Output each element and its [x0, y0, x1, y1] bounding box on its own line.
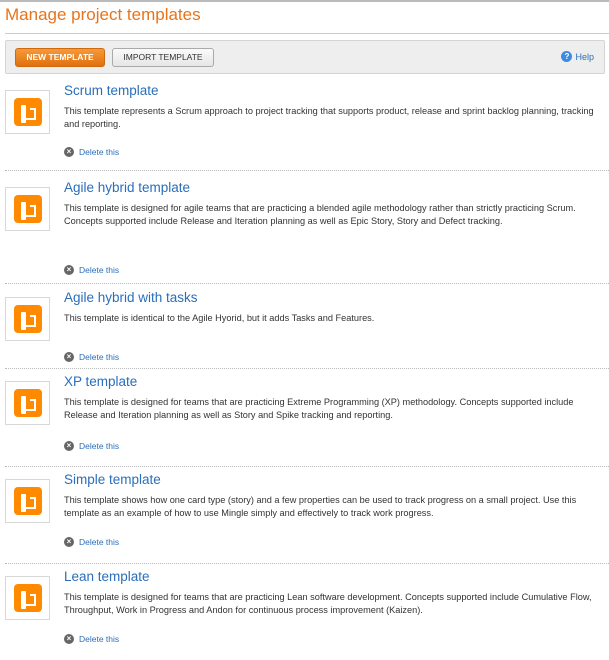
template-description: This template represents a Scrum approac… [64, 106, 594, 129]
delete-icon: × [64, 634, 74, 644]
divider [5, 33, 609, 34]
separator [5, 563, 609, 564]
delete-icon: × [64, 265, 74, 275]
template-logo-icon [5, 90, 50, 134]
separator [5, 466, 609, 467]
delete-template-link[interactable]: × Delete this [64, 441, 119, 451]
delete-label: Delete this [79, 265, 120, 275]
template-description: This template is designed for agile team… [64, 203, 576, 226]
template-logo-icon [5, 479, 50, 523]
delete-icon: × [64, 537, 74, 547]
delete-label: Delete this [79, 147, 120, 157]
separator [5, 170, 609, 171]
separator [5, 368, 609, 369]
template-title-link[interactable]: Lean template [64, 569, 150, 584]
delete-template-link[interactable]: × Delete this [64, 265, 119, 275]
template-title-link[interactable]: XP template [64, 374, 137, 389]
delete-label: Delete this [79, 537, 120, 547]
delete-label: Delete this [79, 352, 120, 362]
delete-label: Delete this [79, 634, 120, 644]
page-title: Manage project templates [5, 5, 201, 24]
separator [5, 283, 609, 284]
template-description: This template shows how one card type (s… [64, 495, 577, 518]
delete-icon: × [64, 147, 74, 157]
delete-template-link[interactable]: × Delete this [64, 537, 119, 547]
delete-label: Delete this [79, 441, 120, 451]
template-logo-icon [5, 297, 50, 341]
delete-icon: × [64, 352, 74, 362]
template-title-link[interactable]: Simple template [64, 472, 161, 487]
delete-template-link[interactable]: × Delete this [64, 147, 119, 157]
template-description: This template is identical to the Agile … [64, 313, 375, 323]
template-title-link[interactable]: Agile hybrid with tasks [64, 290, 198, 305]
top-border [0, 0, 609, 2]
template-logo-icon [5, 381, 50, 425]
delete-template-link[interactable]: × Delete this [64, 634, 119, 644]
help-icon: ? [561, 51, 573, 62]
template-description: This template is designed for teams that… [64, 397, 574, 420]
help-link[interactable]: ? Help [561, 51, 594, 62]
toolbar: NEW TEMPLATE IMPORT TEMPLATE ? Help [5, 40, 605, 74]
template-title-link[interactable]: Scrum template [64, 83, 159, 98]
template-description: This template is designed for teams that… [64, 592, 592, 615]
template-logo-icon [5, 576, 50, 620]
import-template-button[interactable]: IMPORT TEMPLATE [112, 48, 214, 67]
delete-template-link[interactable]: × Delete this [64, 352, 119, 362]
new-template-button[interactable]: NEW TEMPLATE [15, 48, 105, 67]
template-logo-icon [5, 187, 50, 231]
help-label: Help [575, 51, 594, 62]
template-title-link[interactable]: Agile hybrid template [64, 180, 190, 195]
delete-icon: × [64, 441, 74, 451]
